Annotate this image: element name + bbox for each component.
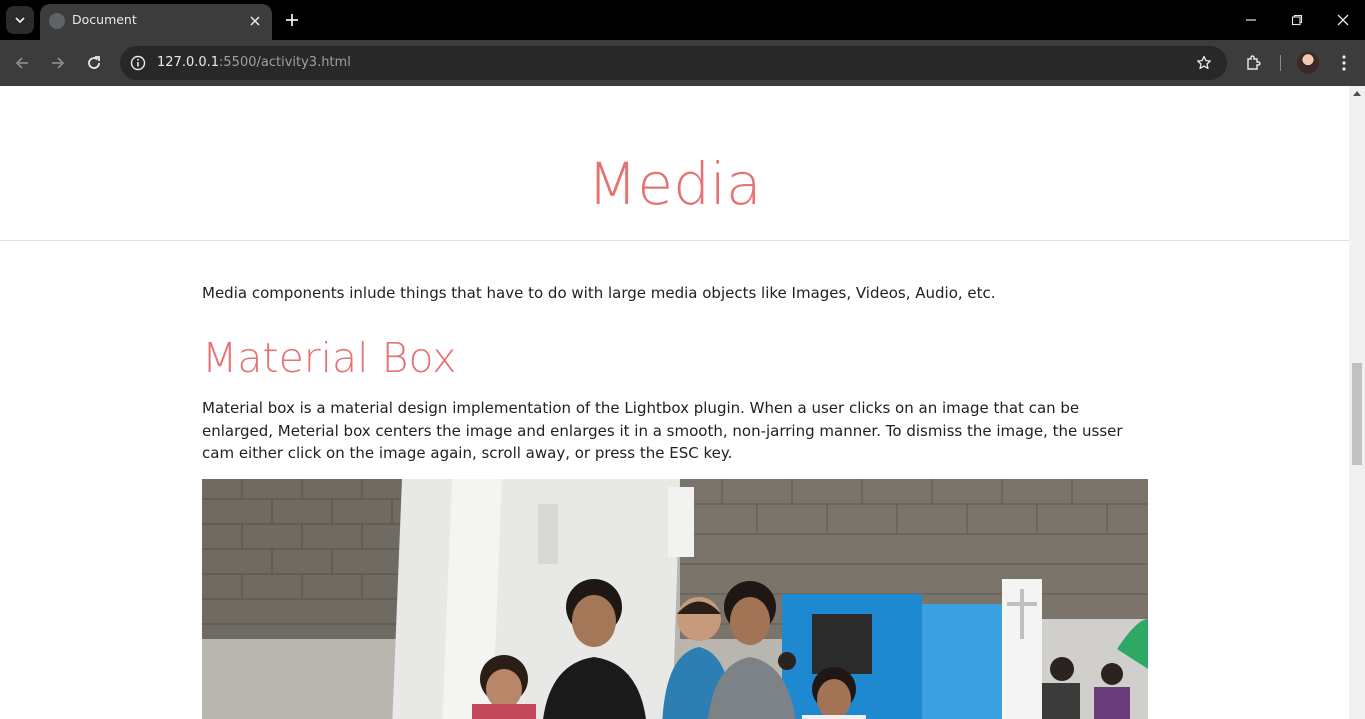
puzzle-icon [1247, 55, 1261, 70]
family-photo-image [202, 479, 1148, 719]
close-icon [1337, 14, 1349, 26]
url-host: 127.0.0.1 [157, 55, 220, 70]
toolbar-divider [1280, 55, 1281, 71]
page-scrollbar[interactable] [1349, 86, 1365, 719]
tab-search-button[interactable] [6, 6, 34, 34]
arrow-left-icon [15, 57, 28, 69]
page-title: Media [587, 150, 762, 218]
restore-button[interactable] [1274, 0, 1320, 40]
tab-title: Document [72, 12, 137, 27]
scroll-thumb[interactable] [1352, 363, 1362, 465]
minimize-icon [1246, 19, 1256, 21]
arrow-right-icon [52, 57, 65, 69]
new-tab-button[interactable] [280, 8, 304, 32]
bookmark-button[interactable] [1193, 52, 1215, 74]
reload-button[interactable] [80, 49, 108, 77]
page-header: Media [0, 86, 1349, 241]
extensions-button[interactable] [1242, 51, 1266, 75]
info-icon [130, 55, 146, 71]
more-vertical-icon [1342, 55, 1346, 71]
tab-document[interactable]: Document [40, 4, 272, 40]
browser-toolbar: 127.0.0.1:5500/activity3.html [0, 40, 1365, 86]
materialbox-image[interactable] [202, 479, 1148, 719]
star-icon [1197, 55, 1211, 70]
url-path: :5500/activity3.html [219, 55, 351, 70]
profile-avatar[interactable] [1297, 52, 1319, 74]
page-viewport: Media Media components inlude things tha… [0, 86, 1349, 719]
tab-strip: Document [0, 0, 1365, 40]
restore-icon [1291, 14, 1303, 26]
close-icon [250, 16, 260, 26]
address-bar[interactable]: 127.0.0.1:5500/activity3.html [120, 46, 1227, 80]
minimize-button[interactable] [1228, 0, 1274, 40]
globe-icon [49, 13, 65, 29]
close-tab-button[interactable] [246, 12, 264, 30]
url-text: 127.0.0.1:5500/activity3.html [157, 55, 351, 70]
section-description: Material box is a material design implem… [202, 399, 1123, 462]
scroll-up-arrow-icon[interactable] [1353, 91, 1361, 96]
forward-button[interactable] [44, 49, 72, 77]
back-button[interactable] [8, 49, 36, 77]
plus-icon [286, 14, 298, 26]
chevron-down-icon [15, 17, 25, 24]
intro-paragraph: Media components inlude things that have… [202, 284, 996, 302]
site-info-button[interactable] [126, 51, 150, 75]
section-title: Material Box [202, 334, 457, 382]
reload-icon [88, 56, 100, 69]
close-window-button[interactable] [1320, 0, 1365, 40]
menu-button[interactable] [1332, 51, 1356, 75]
